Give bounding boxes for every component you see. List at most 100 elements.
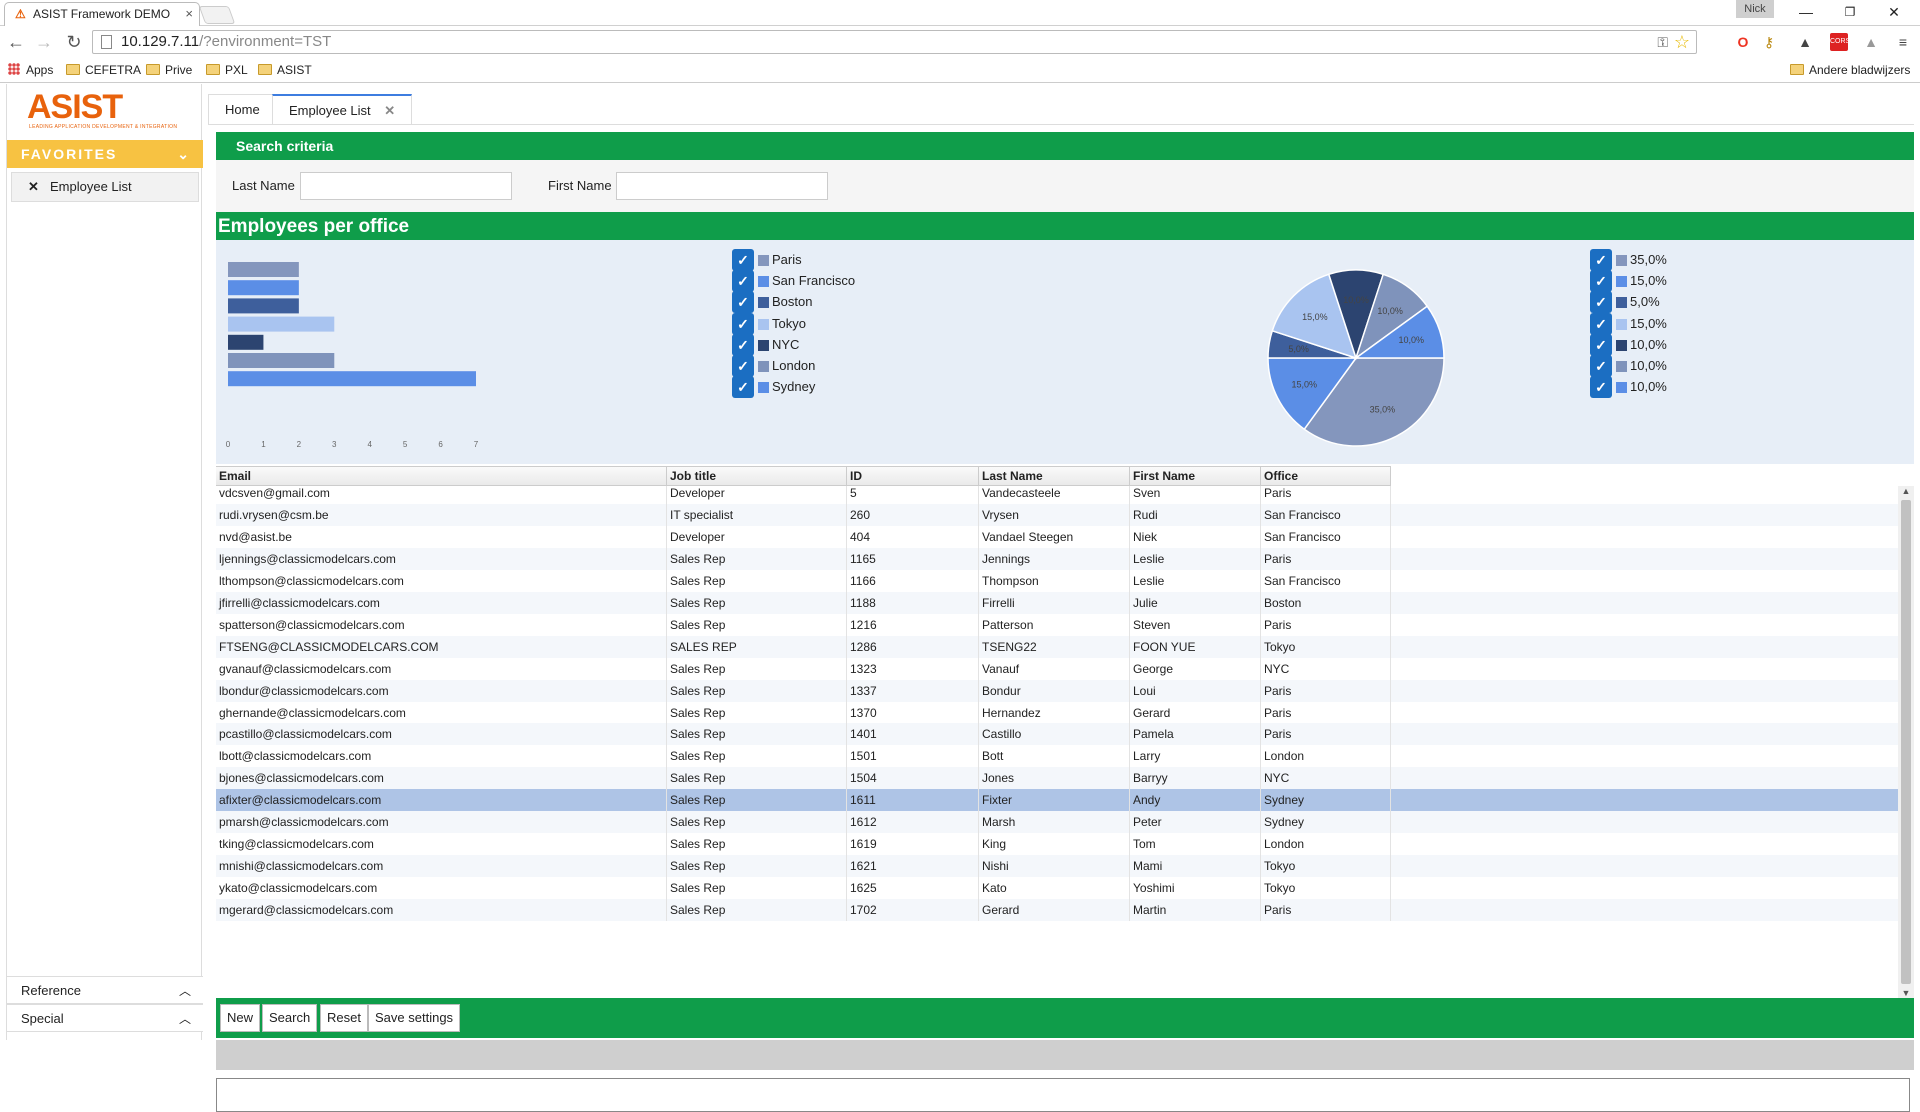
bookmark-prive[interactable]: Prive	[146, 62, 192, 78]
column-header-office[interactable]: Office	[1261, 466, 1391, 486]
cell-id: 1612	[847, 811, 979, 834]
menu-icon[interactable]: ≡	[1894, 33, 1912, 51]
last-name-input[interactable]	[300, 172, 512, 200]
bar-legend-label: Boston	[772, 294, 813, 310]
minimize-button[interactable]: —	[1784, 0, 1828, 24]
sidebar-section-reference[interactable]: Reference ︿	[7, 976, 203, 1004]
grid-scrollbar[interactable]: ▲ ▼	[1898, 486, 1914, 998]
favorite-item-employee-list[interactable]: ✕ Employee List	[11, 172, 199, 202]
opera-extension-icon[interactable]: O	[1734, 33, 1752, 51]
forward-icon[interactable]: →	[32, 31, 56, 53]
table-row[interactable]: pmarsh@classicmodelcars.com Sales Rep 1612…	[216, 811, 1898, 834]
restore-button[interactable]: ❐	[1828, 0, 1872, 24]
remove-favorite-icon[interactable]: ✕	[28, 173, 39, 201]
table-row[interactable]: gvanauf@classicmodelcars.com Sales Rep 132…	[216, 657, 1898, 680]
table-row[interactable]: vdcsven@gmail.com Developer 5 Vandecasteele…	[216, 486, 1898, 504]
bookmark-other[interactable]: Andere bladwijzers	[1790, 62, 1910, 78]
reset-button[interactable]: Reset	[320, 1004, 368, 1032]
chart-panel-title: Employees per office	[218, 216, 410, 237]
browser-tab[interactable]: ⚠ ASIST Framework DEMO ×	[4, 2, 200, 26]
scroll-down-icon[interactable]: ▼	[1898, 988, 1914, 998]
table-row[interactable]: ghernande@classicmodelcars.com Sales Rep 1…	[216, 701, 1898, 724]
cors-extension-icon[interactable]: CORS	[1830, 33, 1850, 51]
cell-last-name: Vanauf	[979, 657, 1130, 680]
cell-last-name: Vrysen	[979, 503, 1130, 526]
table-row[interactable]: ljennings@classicmodelcars.com Sales Rep 1…	[216, 547, 1898, 570]
table-row[interactable]: spatterson@classicmodelcars.com Sales Rep…	[216, 613, 1898, 636]
table-row[interactable]: pcastillo@classicmodelcars.com Sales Rep 1…	[216, 723, 1898, 746]
table-row[interactable]: ykato@classicmodelcars.com Sales Rep 1625 K…	[216, 877, 1898, 900]
first-name-input[interactable]	[616, 172, 828, 200]
pie-legend-checkbox[interactable]: ✓	[1590, 376, 1612, 399]
close-window-button[interactable]: ✕	[1872, 0, 1916, 24]
x-tick-label: 4	[367, 440, 372, 449]
new-tab-button[interactable]	[198, 6, 236, 24]
bookmark-star-icon[interactable]: ☆	[1674, 31, 1690, 53]
table-row[interactable]: nvd@asist.be Developer 404 Vandael Steegen N…	[216, 525, 1898, 548]
table-row[interactable]: lbott@classicmodelcars.com Sales Rep 1501 B…	[216, 745, 1898, 768]
table-row[interactable]: jfirrelli@classicmodelcars.com Sales Rep 1…	[216, 591, 1898, 614]
favorites-header[interactable]: FAVORITES ⌄	[7, 140, 203, 168]
message-field[interactable]	[216, 1078, 1910, 1112]
cell-first-name: Martin	[1130, 899, 1261, 922]
bar-legend-checkbox[interactable]: ✓	[732, 312, 754, 335]
pie-legend-checkbox[interactable]: ✓	[1590, 333, 1612, 356]
search-button[interactable]: Search	[262, 1004, 318, 1032]
pie-chart: 35,0% 15,0% 5,0% 15,0% 10,0% 10,0% 10,0%	[1267, 269, 1445, 447]
table-row[interactable]: FTSENG@CLASSICMODELCARS.COM SALES REP 1286…	[216, 635, 1898, 658]
bookmark-label: PXL	[225, 63, 248, 77]
pie-slice-label: 35,0%	[1370, 405, 1396, 415]
pie-legend-label: 15,0%	[1630, 315, 1667, 331]
bar-legend-checkbox[interactable]: ✓	[732, 355, 754, 377]
bookmark-asist[interactable]: ASIST	[258, 62, 312, 78]
cell-last-name: Vandael Steegen	[979, 525, 1130, 548]
user-badge[interactable]: Nick	[1736, 0, 1774, 18]
tab-home[interactable]: Home	[208, 94, 277, 124]
back-icon[interactable]: ←	[4, 31, 28, 53]
pie-legend-checkbox[interactable]: ✓	[1590, 291, 1612, 314]
pie-legend-swatch	[1616, 361, 1627, 372]
sidebar-section-special[interactable]: Special ︿	[7, 1004, 203, 1032]
new-button[interactable]: New	[220, 1004, 261, 1032]
table-row[interactable]: rudi.vrysen@csm.be IT specialist 260 Vrysen…	[216, 503, 1898, 526]
column-header-job-title[interactable]: Job title	[667, 466, 847, 486]
table-row[interactable]: lbondur@classicmodelcars.com Sales Rep 133…	[216, 679, 1898, 702]
table-row[interactable]: lthompson@classicmodelcars.com Sales Rep 1…	[216, 569, 1898, 592]
bookmark-cefetra[interactable]: CEFETRA	[66, 62, 141, 78]
key-icon[interactable]: ⚿	[1657, 31, 1668, 53]
bar-legend-checkbox[interactable]: ✓	[732, 376, 754, 399]
bar-legend-checkbox[interactable]: ✓	[732, 333, 754, 356]
bar-legend-checkbox[interactable]: ✓	[732, 291, 754, 314]
pie-legend-checkbox[interactable]: ✓	[1590, 312, 1612, 335]
reload-icon[interactable]: ↻	[62, 31, 86, 53]
column-header-email[interactable]: Email	[216, 466, 667, 486]
table-row[interactable]: afixter@classicmodelcars.com Sales Rep 161…	[216, 789, 1898, 812]
bookmark-pxl[interactable]: PXL	[206, 62, 248, 78]
scroll-up-icon[interactable]: ▲	[1898, 486, 1914, 496]
close-tab-icon[interactable]: ×	[185, 3, 193, 25]
column-header-first-name[interactable]: First Name	[1130, 466, 1261, 486]
table-row[interactable]: bjones@classicmodelcars.com Sales Rep 1504…	[216, 767, 1898, 790]
bar-legend-checkbox[interactable]: ✓	[732, 270, 754, 293]
tab-employee-list[interactable]: Employee List ✕	[272, 94, 413, 124]
table-row[interactable]: mnishi@classicmodelcars.com Sales Rep 1621…	[216, 855, 1898, 878]
pie-legend-label: 35,0%	[1630, 252, 1667, 267]
pie-legend-checkbox[interactable]: ✓	[1590, 249, 1612, 271]
bookmark-apps[interactable]: Apps	[8, 62, 53, 78]
adblock-extension-icon[interactable]: ▲	[1796, 33, 1814, 51]
key-extension-icon[interactable]: ⚷	[1760, 33, 1778, 51]
close-tab-icon[interactable]: ✕	[384, 103, 395, 118]
save-settings-button[interactable]: Save settings	[368, 1004, 461, 1032]
scrollbar-thumb[interactable]	[1901, 500, 1911, 984]
column-header-last-name[interactable]: Last Name	[979, 466, 1130, 486]
bar-legend-checkbox[interactable]: ✓	[732, 249, 754, 271]
table-row[interactable]: mgerard@classicmodelcars.com Sales Rep 170…	[216, 899, 1898, 922]
table-row[interactable]: tking@classicmodelcars.com Sales Rep 1619 K…	[216, 833, 1898, 856]
pie-legend-checkbox[interactable]: ✓	[1590, 355, 1612, 377]
x-tick-label: 5	[403, 440, 408, 449]
angular-extension-icon[interactable]: ▲	[1862, 33, 1880, 51]
url-input[interactable]: 10.129.7.11/?environment=TST ⚿ ☆	[92, 30, 1697, 54]
column-header-id[interactable]: ID	[847, 466, 979, 486]
pie-legend-checkbox[interactable]: ✓	[1590, 270, 1612, 293]
x-tick-label: 0	[226, 440, 231, 449]
